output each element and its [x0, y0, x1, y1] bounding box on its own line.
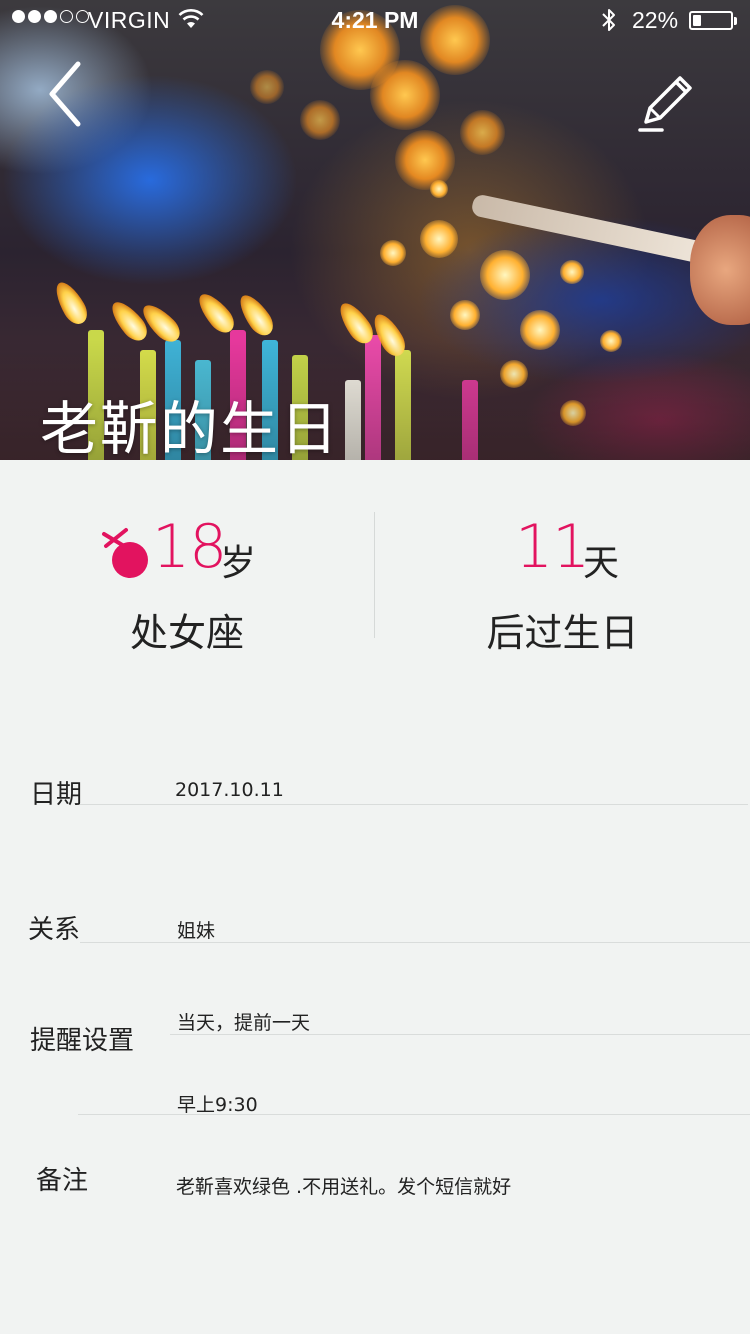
- chevron-left-icon: [49, 61, 81, 127]
- sparkle: [420, 220, 458, 258]
- note-label: 备注: [36, 1166, 89, 1196]
- page-title: 老靳的生日: [40, 395, 341, 460]
- candle-flame: [105, 296, 153, 346]
- bokeh-light: [395, 130, 455, 190]
- divider: [80, 804, 748, 805]
- sparkle: [380, 240, 406, 266]
- battery-icon: [689, 11, 737, 30]
- edit-button[interactable]: [632, 70, 698, 136]
- sparkle: [450, 300, 480, 330]
- divider: [170, 1034, 750, 1035]
- reminder-time-value[interactable]: 早上9:30: [177, 1090, 258, 1117]
- divider: [80, 942, 750, 943]
- sparkle: [430, 180, 448, 198]
- battery-fill: [693, 15, 701, 26]
- days-remaining: 11: [515, 512, 590, 582]
- pencil-icon: [638, 76, 692, 132]
- days-unit: 天: [583, 543, 620, 584]
- bokeh-light: [250, 70, 284, 104]
- age-unit: 岁: [220, 543, 257, 584]
- back-button[interactable]: [40, 56, 96, 132]
- reminder-label: 提醒设置: [30, 1026, 135, 1056]
- sparkle: [560, 260, 584, 284]
- days-remaining-label: 后过生日: [486, 611, 639, 655]
- bokeh-light: [300, 100, 340, 140]
- date-label: 日期: [30, 780, 83, 810]
- bokeh-light: [460, 110, 505, 155]
- reminder-days-value[interactable]: 当天，提前一天: [177, 1008, 310, 1035]
- candle-flame: [49, 277, 93, 329]
- virgo-symbol-icon: [102, 528, 148, 578]
- sparkle: [480, 250, 530, 300]
- relation-label: 关系: [28, 915, 81, 945]
- status-bar: VIRGIN 4:21 PM 22%: [0, 0, 750, 40]
- date-value[interactable]: 2017.10.11: [175, 779, 284, 801]
- birthday-stats: 18 岁 处女座 11 天 后过生日: [0, 460, 750, 690]
- bluetooth-icon: [602, 9, 615, 31]
- bokeh-light: [370, 60, 440, 130]
- divider: [78, 1114, 750, 1115]
- battery-percent: 22%: [632, 7, 679, 33]
- zodiac-sign: 处女座: [129, 611, 244, 655]
- age-value: 18: [152, 512, 227, 582]
- hero-photo: VIRGIN 4:21 PM 22% 老靳的生日: [0, 0, 750, 460]
- hand: [690, 215, 750, 325]
- relation-value[interactable]: 姐妹: [177, 916, 215, 943]
- note-value[interactable]: 老靳喜欢绿色 .不用送礼。发个短信就好: [176, 1172, 511, 1199]
